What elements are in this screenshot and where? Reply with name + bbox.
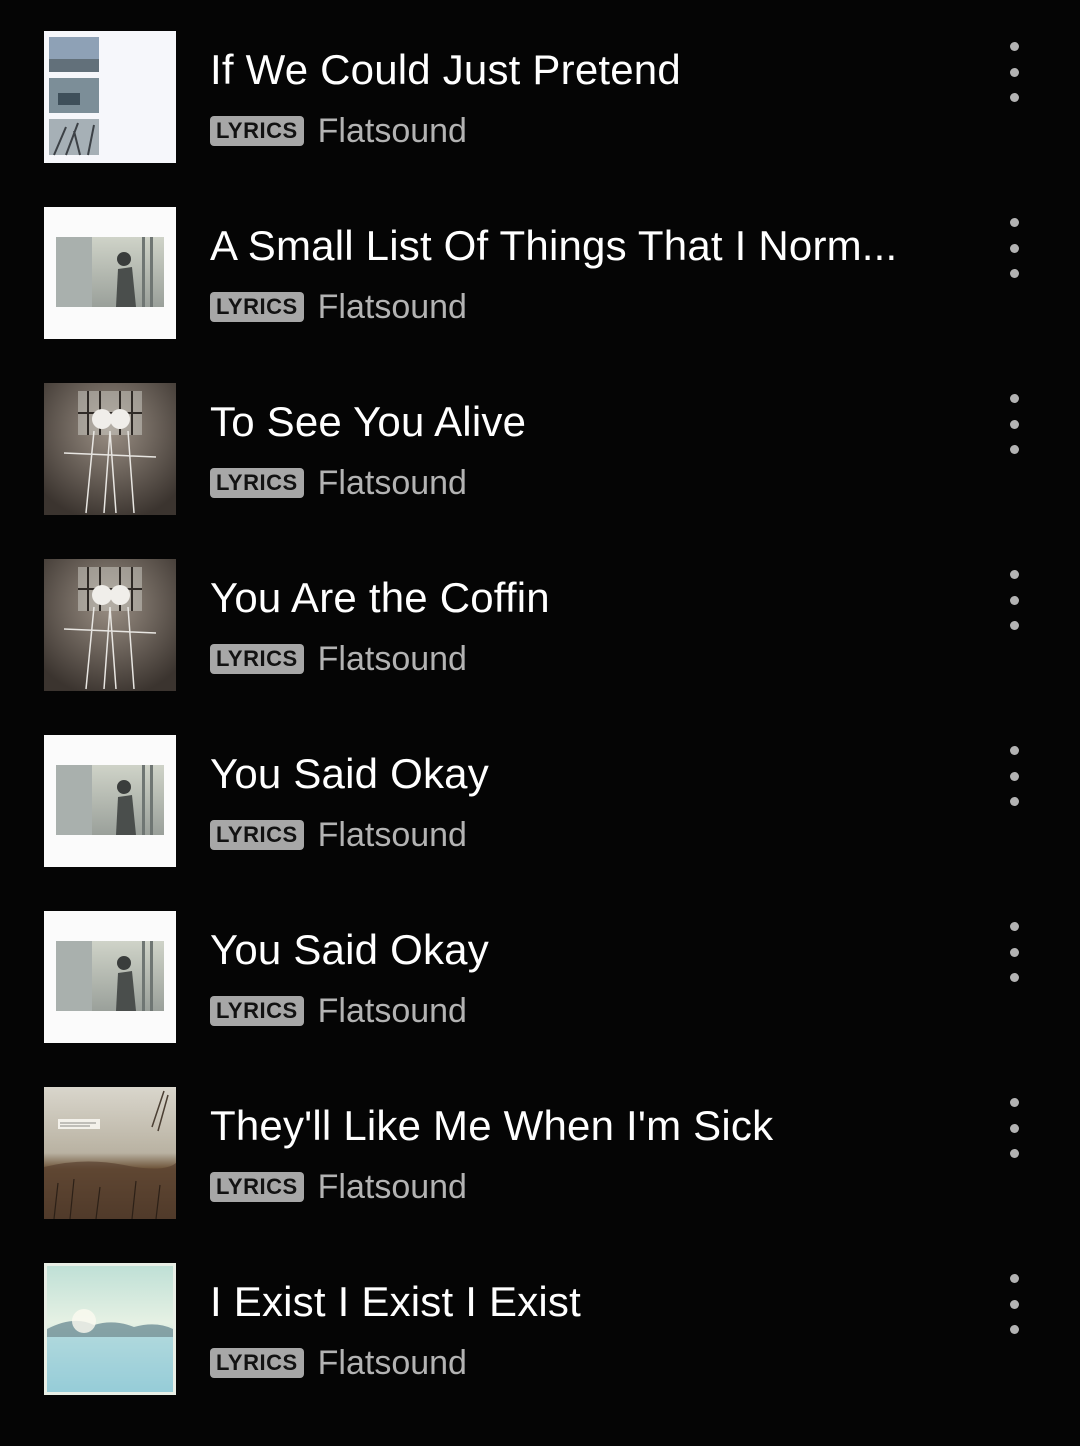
track-subtitle: LYRICS Flatsound <box>210 814 467 856</box>
lyrics-badge: LYRICS <box>210 468 304 498</box>
track-artist: Flatsound <box>317 288 467 326</box>
track-artist: Flatsound <box>317 1344 467 1382</box>
lyrics-badge: LYRICS <box>210 292 304 322</box>
track-title: You Said Okay <box>210 926 489 973</box>
track-title: You Are the Coffin <box>210 574 550 621</box>
more-vertical-icon[interactable] <box>994 218 1034 278</box>
track-row[interactable]: You Said Okay LYRICS Flatsound <box>0 704 1080 880</box>
track-subtitle: LYRICS Flatsound <box>210 990 467 1032</box>
track-artist: Flatsound <box>317 992 467 1030</box>
more-vertical-icon[interactable] <box>994 746 1034 806</box>
track-artist: Flatsound <box>317 112 467 150</box>
lyrics-badge: LYRICS <box>210 644 304 674</box>
track-title: To See You Alive <box>210 398 527 445</box>
lyrics-badge: LYRICS <box>210 1348 304 1378</box>
track-artist: Flatsound <box>317 464 467 502</box>
track-row[interactable]: If We Could Just Pretend LYRICS Flatsoun… <box>0 0 1080 176</box>
album-cover-boy-at-window-icon <box>44 911 176 1043</box>
album-cover-lake-icon <box>44 1263 176 1395</box>
track-title: They'll Like Me When I'm Sick <box>210 1102 774 1149</box>
lyrics-badge: LYRICS <box>210 820 304 850</box>
album-cover-boy-at-window-icon <box>44 207 176 339</box>
track-artist: Flatsound <box>317 816 467 854</box>
track-row[interactable]: You Are the Coffin LYRICS Flatsound <box>0 528 1080 704</box>
more-vertical-icon[interactable] <box>994 42 1034 102</box>
track-title: I Exist I Exist I Exist <box>210 1278 581 1325</box>
lyrics-badge: LYRICS <box>210 116 304 146</box>
more-vertical-icon[interactable] <box>994 1098 1034 1158</box>
track-artist: Flatsound <box>317 640 467 678</box>
album-cover-sketched-figures-icon <box>44 559 176 691</box>
album-cover-boy-at-window-icon <box>44 735 176 867</box>
album-cover-field-icon <box>44 1087 176 1219</box>
track-subtitle: LYRICS Flatsound <box>210 286 467 328</box>
track-artist: Flatsound <box>317 1168 467 1206</box>
track-title: If We Could Just Pretend <box>210 46 681 93</box>
album-cover-collage-icon <box>44 31 176 163</box>
more-vertical-icon[interactable] <box>994 922 1034 982</box>
track-subtitle: LYRICS Flatsound <box>210 638 467 680</box>
more-vertical-icon[interactable] <box>994 1274 1034 1334</box>
track-row[interactable]: They'll Like Me When I'm Sick LYRICS Fla… <box>0 1056 1080 1232</box>
track-title: You Said Okay <box>210 750 489 797</box>
track-subtitle: LYRICS Flatsound <box>210 1342 467 1384</box>
track-subtitle: LYRICS Flatsound <box>210 110 467 152</box>
track-subtitle: LYRICS Flatsound <box>210 462 467 504</box>
track-title: A Small List Of Things That I Norm... <box>210 222 898 269</box>
track-subtitle: LYRICS Flatsound <box>210 1166 467 1208</box>
lyrics-badge: LYRICS <box>210 1172 304 1202</box>
track-row[interactable]: A Small List Of Things That I Norm... LY… <box>0 176 1080 352</box>
more-vertical-icon[interactable] <box>994 394 1034 454</box>
track-row[interactable]: To See You Alive LYRICS Flatsound <box>0 352 1080 528</box>
track-list: If We Could Just Pretend LYRICS Flatsoun… <box>0 0 1080 1446</box>
track-row[interactable]: I Exist I Exist I Exist LYRICS Flatsound <box>0 1232 1080 1408</box>
track-row[interactable]: You Said Okay LYRICS Flatsound <box>0 880 1080 1056</box>
lyrics-badge: LYRICS <box>210 996 304 1026</box>
more-vertical-icon[interactable] <box>994 570 1034 630</box>
album-cover-sketched-figures-icon <box>44 383 176 515</box>
